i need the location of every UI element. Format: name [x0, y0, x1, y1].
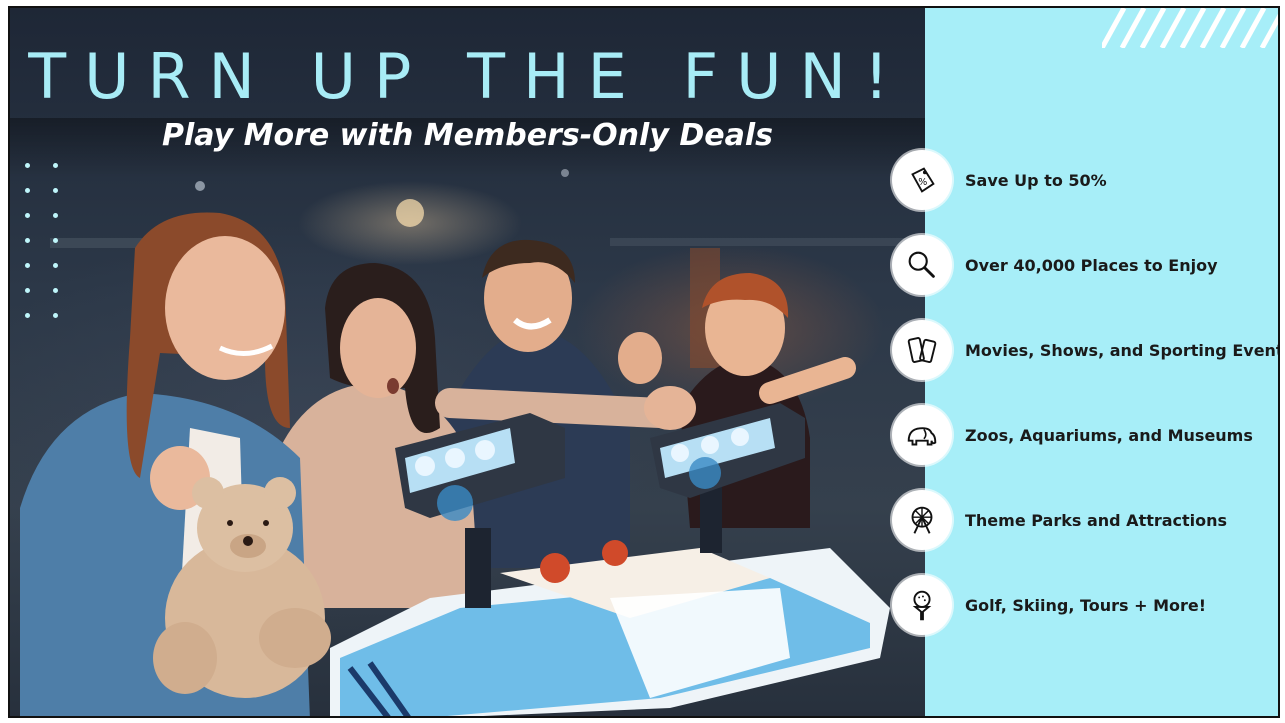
elephant-icon [892, 405, 952, 465]
ferris-wheel-icon [892, 490, 952, 550]
discount-tag-icon: % [892, 150, 952, 210]
tickets-icon [892, 320, 952, 380]
golf-ball-tee-icon [892, 575, 952, 635]
feature-label: Movies, Shows, and Sporting Events [965, 340, 1280, 360]
feature-item-golf: Golf, Skiing, Tours + More! [892, 574, 1206, 636]
feature-label: Golf, Skiing, Tours + More! [965, 595, 1207, 615]
feature-item-places: Over 40,000 Places to Enjoy [892, 234, 1218, 296]
decorative-stripes [1102, 8, 1278, 48]
feature-item-parks: Theme Parks and Attractions [892, 489, 1227, 551]
headline: TURN UP THE FUN! [28, 40, 907, 113]
arcade-photo: TURN UP THE FUN! Play More with Members-… [10, 8, 925, 716]
feature-label: Save Up to 50% [965, 170, 1107, 190]
feature-item-events: Movies, Shows, and Sporting Events [892, 319, 1280, 381]
feature-item-save: % Save Up to 50% [892, 149, 1107, 211]
feature-label: Theme Parks and Attractions [965, 510, 1228, 530]
promo-banner: TURN UP THE FUN! Play More with Members-… [8, 6, 1280, 718]
subheadline: Play More with Members-Only Deals [162, 118, 773, 153]
feature-label: Zoos, Aquariums, and Museums [965, 425, 1253, 445]
feature-item-zoos: Zoos, Aquariums, and Museums [892, 404, 1253, 466]
arcade-scene [20, 169, 910, 716]
svg-text:%: % [918, 177, 927, 188]
feature-label: Over 40,000 Places to Enjoy [965, 255, 1218, 275]
magnifier-icon [892, 235, 952, 295]
